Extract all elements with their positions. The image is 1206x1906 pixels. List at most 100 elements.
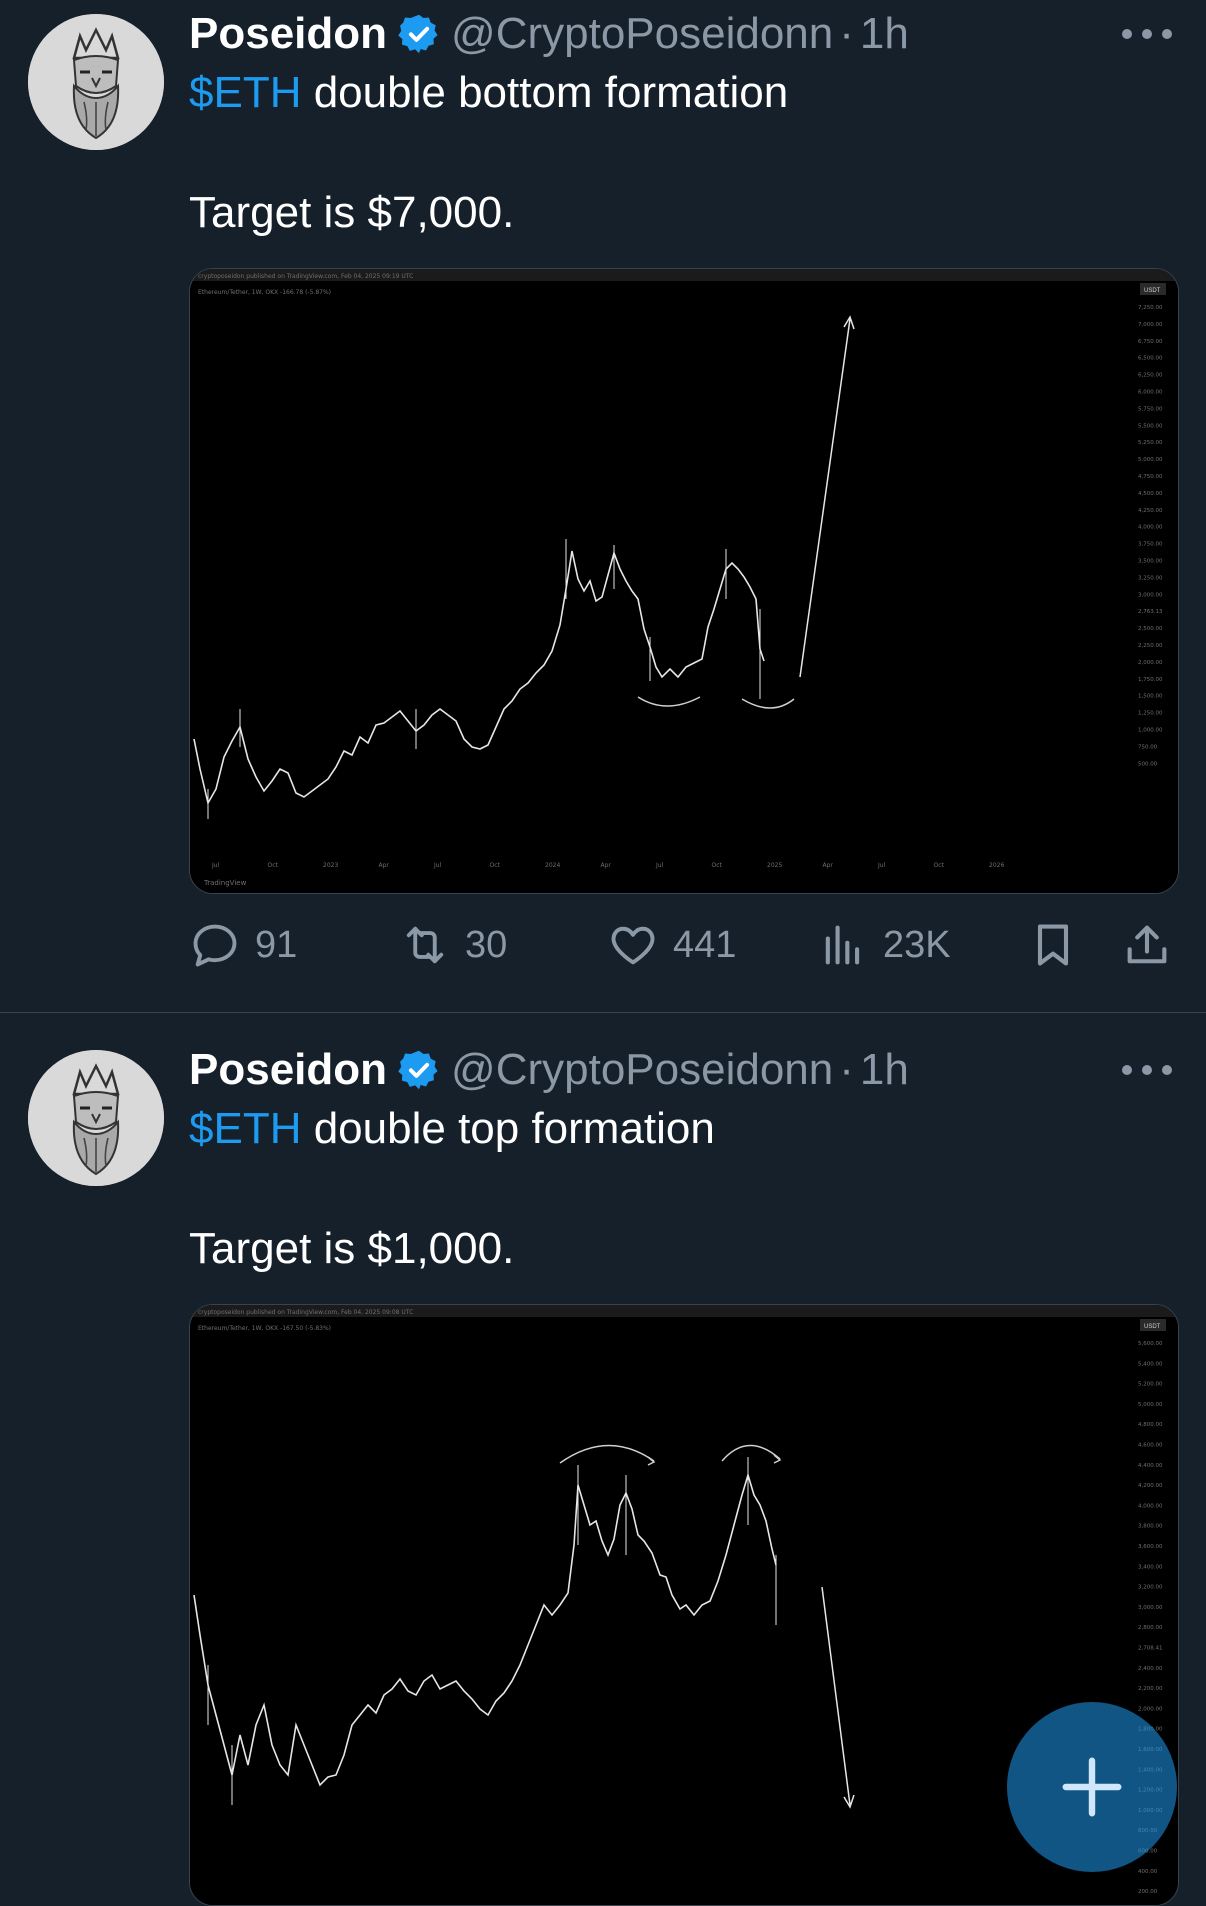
time-tick-label: Jul [211,862,220,869]
plus-icon [1062,1757,1122,1817]
poseidon-portrait-icon [28,14,164,150]
price-tick-label: 3,500.00 [1138,559,1163,565]
price-tick-label: 4,500.00 [1138,491,1163,497]
price-tick-label: 500.00 [1138,761,1158,767]
price-tick-label: 3,200.00 [1138,1585,1163,1591]
price-tick-label: 7,250.00 [1138,305,1163,311]
price-tick-label: 400.00 [1138,1869,1158,1875]
price-tick-label: 4,250.00 [1138,508,1163,514]
price-tick-label: 3,000.00 [1138,592,1163,598]
price-tick-label: 6,000.00 [1138,390,1163,396]
reply-bubble-icon [193,924,237,967]
more-dots-icon[interactable] [1122,14,1172,54]
tweet-text-line-1: $ETH double top formation [189,1104,715,1154]
author-name[interactable]: Poseidon [189,9,387,59]
time-tick-label: Oct [268,862,279,869]
verified-badge-icon [398,1050,438,1090]
time-tick-label: Jul [655,862,664,869]
tradingview-logo: TradingView [203,879,247,887]
cashtag-link[interactable]: $ETH [189,1104,301,1153]
price-tick-label: 5,000.00 [1138,1402,1163,1408]
price-tick-label: 2,763.13 [1138,609,1163,615]
price-tick-label: 2,708.41 [1138,1646,1163,1652]
chart-symbol: Ethereum/Tether, 1W, OKX -167.50 (-5.83%… [198,1325,331,1332]
price-tick-label: 4,750.00 [1138,474,1163,480]
tweet-1[interactable]: Poseidon @CryptoPoseidonn · 1h $ETH doub… [0,0,1206,1010]
price-tick-label: 3,600.00 [1138,1544,1163,1550]
price-tick-label: 5,600.00 [1138,1341,1163,1347]
price-tick-label: 2,200.00 [1138,1686,1163,1692]
tweet-headline: double bottom formation [301,68,789,117]
chart-watermark: cryptoposeidon published on TradingView.… [198,273,413,280]
bookmark-button[interactable] [1027,910,1093,980]
share-button[interactable] [1121,910,1187,980]
time-tick-label: 2023 [323,862,338,869]
time-tick-label: Oct [712,862,723,869]
author-handle[interactable]: @CryptoPoseidonn [451,9,833,59]
price-tick-label: 5,200.00 [1138,1382,1163,1388]
reply-button[interactable]: 91 [189,910,297,980]
price-tick-label: 4,800.00 [1138,1422,1163,1428]
time-tick-label: Apr [379,862,390,869]
price-tick-label: 4,000.00 [1138,525,1163,531]
cashtag-link[interactable]: $ETH [189,68,301,117]
price-tick-label: 3,400.00 [1138,1564,1163,1570]
compose-button[interactable] [1007,1702,1177,1872]
author-name[interactable]: Poseidon [189,1045,387,1095]
price-tick-label: 2,000.00 [1138,660,1163,666]
price-tick-label: 2,000.00 [1138,1706,1163,1712]
tweet-text-line-1: $ETH double bottom formation [189,68,788,118]
tweet-divider [0,1012,1206,1013]
price-tick-label: 2,250.00 [1138,643,1163,649]
chart-image[interactable]: cryptoposeidon published on TradingView.… [189,268,1179,894]
author-avatar[interactable] [28,14,164,150]
price-tick-label: 1,500.00 [1138,694,1163,700]
price-tick-label: 3,800.00 [1138,1524,1163,1530]
bookmark-icon [1037,924,1069,966]
post-time[interactable]: 1h [860,9,909,59]
verified-badge-icon [398,14,438,54]
reply-count: 91 [255,923,298,966]
price-tick-label: 4,000.00 [1138,1503,1163,1509]
tweet-text-target: Target is $7,000. [189,188,515,237]
repost-count: 30 [465,923,508,966]
time-tick-label: Apr [601,862,612,869]
price-tick-label: 6,500.00 [1138,356,1163,362]
repost-button[interactable]: 30 [399,910,507,980]
time-tick-label: 2026 [989,862,1004,869]
time-tick-label: Jul [433,862,442,869]
view-count: 23K [883,923,951,966]
price-tick-label: 5,400.00 [1138,1361,1163,1367]
price-tick-label: 6,750.00 [1138,339,1163,345]
like-count: 441 [673,923,737,966]
tweet-actions: 91 30 441 23K [189,910,1177,980]
separator-dot: · [839,9,854,58]
price-tick-label: 4,200.00 [1138,1483,1163,1489]
author-avatar[interactable] [28,1050,164,1186]
tweet-headline: double top formation [301,1104,715,1153]
price-tick-label: 1,000.00 [1138,728,1163,734]
price-tick-label: 2,500.00 [1138,626,1163,632]
chart-currency: USDT [1144,1324,1161,1330]
heart-icon [611,926,655,965]
time-tick-label: Oct [934,862,945,869]
tweet-text-target: Target is $1,000. [189,1224,515,1273]
time-tick-label: 2025 [767,862,782,869]
eth-chart-1: cryptoposeidon published on TradingView.… [190,269,1178,893]
more-dots-icon[interactable] [1122,1050,1172,1090]
post-time[interactable]: 1h [860,1045,909,1095]
views-bar-icon [825,925,860,965]
price-tick-label: 4,400.00 [1138,1463,1163,1469]
price-tick-label: 5,250.00 [1138,440,1163,446]
views-button[interactable]: 23K [817,910,951,980]
like-button[interactable]: 441 [607,910,736,980]
author-handle[interactable]: @CryptoPoseidonn [451,1045,833,1095]
price-tick-label: 5,500.00 [1138,423,1163,429]
repost-icon [406,926,444,964]
time-tick-label: Oct [490,862,501,869]
share-icon [1127,925,1167,964]
time-tick-label: Jul [877,862,886,869]
price-tick-label: 2,800.00 [1138,1625,1163,1631]
price-tick-label: 7,000.00 [1138,322,1163,328]
price-tick-label: 5,000.00 [1138,457,1163,463]
